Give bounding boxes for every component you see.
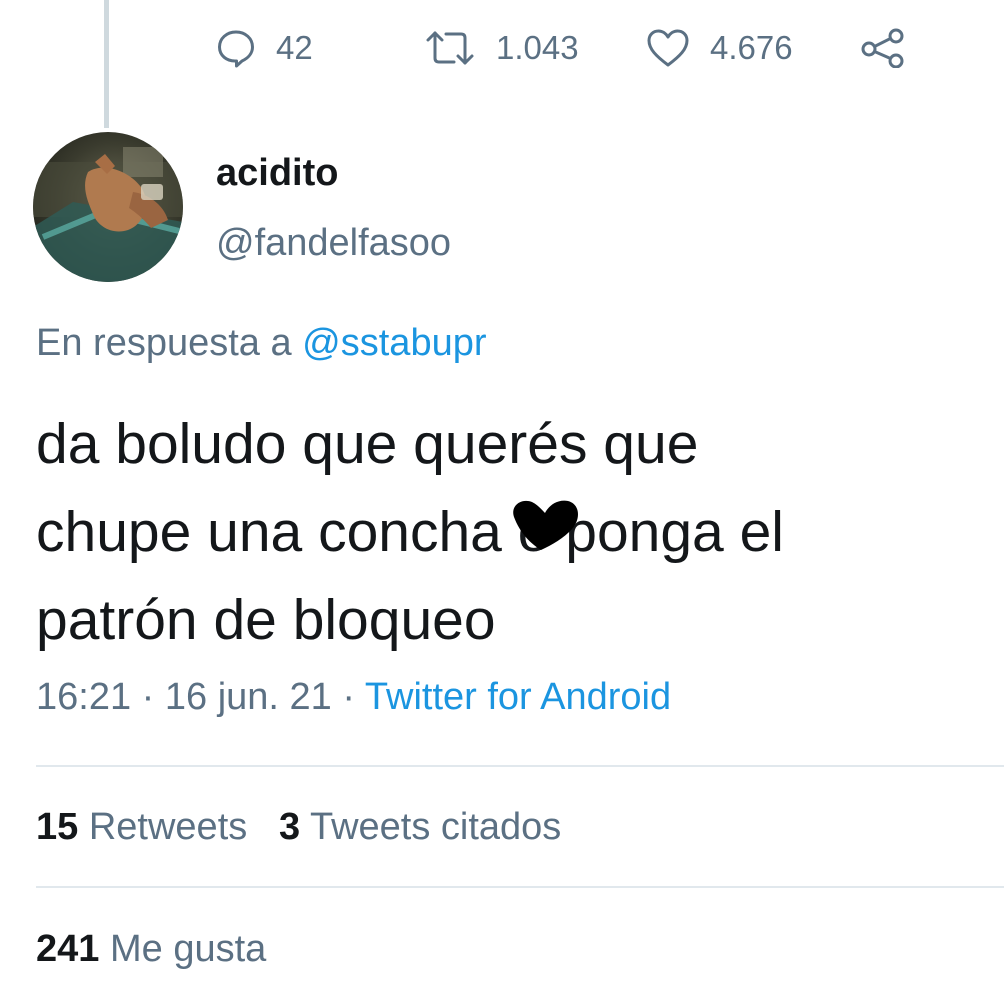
avatar[interactable] (33, 132, 183, 282)
retweet-icon (426, 31, 474, 65)
likes-stat[interactable]: 241 Me gusta (36, 928, 266, 971)
author-display-name[interactable]: acidito (216, 152, 338, 195)
quote-tweets-stat-count: 3 (278, 806, 301, 848)
heart-icon (647, 29, 689, 67)
reply-icon (218, 30, 254, 68)
reply-count: 42 (276, 29, 313, 66)
meta-separator: · (141, 676, 155, 718)
likes-stat-label: Me gusta (109, 928, 267, 970)
retweets-stat[interactable]: 15 Retweets (36, 806, 258, 848)
redaction-heart-scribble (513, 500, 578, 550)
divider (36, 765, 1004, 767)
like-count: 4.676 (710, 29, 793, 66)
quote-tweets-stat-label: Tweets citados (309, 806, 562, 848)
reply-prefix: En respuesta a (36, 322, 292, 364)
divider (36, 886, 1004, 888)
retweets-stat-label: Retweets (88, 806, 248, 848)
avatar-photo (33, 132, 183, 282)
meta-separator: · (342, 676, 356, 718)
retweet-button[interactable]: 1.043 (424, 20, 579, 76)
reply-context: En respuesta a @sstabupr (36, 322, 487, 365)
share-icon (861, 28, 904, 68)
quote-tweets-stat[interactable]: 3 Tweets citados (279, 806, 561, 848)
tweet-time[interactable]: 16:21 (36, 676, 131, 718)
reply-mention-link[interactable]: @sstabupr (302, 322, 486, 364)
tweet-text-line: patrón de bloqueo (36, 588, 496, 652)
tweet-date[interactable]: 16 jun. 21 (165, 676, 332, 718)
tweet-text-line: da boludo que querés que (36, 412, 699, 476)
reply-button[interactable]: 42 (216, 20, 313, 76)
retweets-stat-count: 15 (36, 806, 79, 848)
share-button[interactable] (860, 20, 906, 76)
retweet-count: 1.043 (496, 29, 579, 66)
tweet-metadata: 16:21 · 16 jun. 21 · Twitter for Android (36, 676, 671, 719)
engagement-stats-row: 15 Retweets 3 Tweets citados (36, 806, 561, 849)
like-button[interactable]: 4.676 (646, 20, 793, 76)
author-handle[interactable]: @fandelfasoo (216, 222, 451, 265)
tweet-source-link[interactable]: Twitter for Android (365, 676, 671, 718)
tweet-action-bar: 42 1.043 4.676 (0, 20, 1004, 76)
likes-stat-count: 241 (36, 928, 100, 970)
